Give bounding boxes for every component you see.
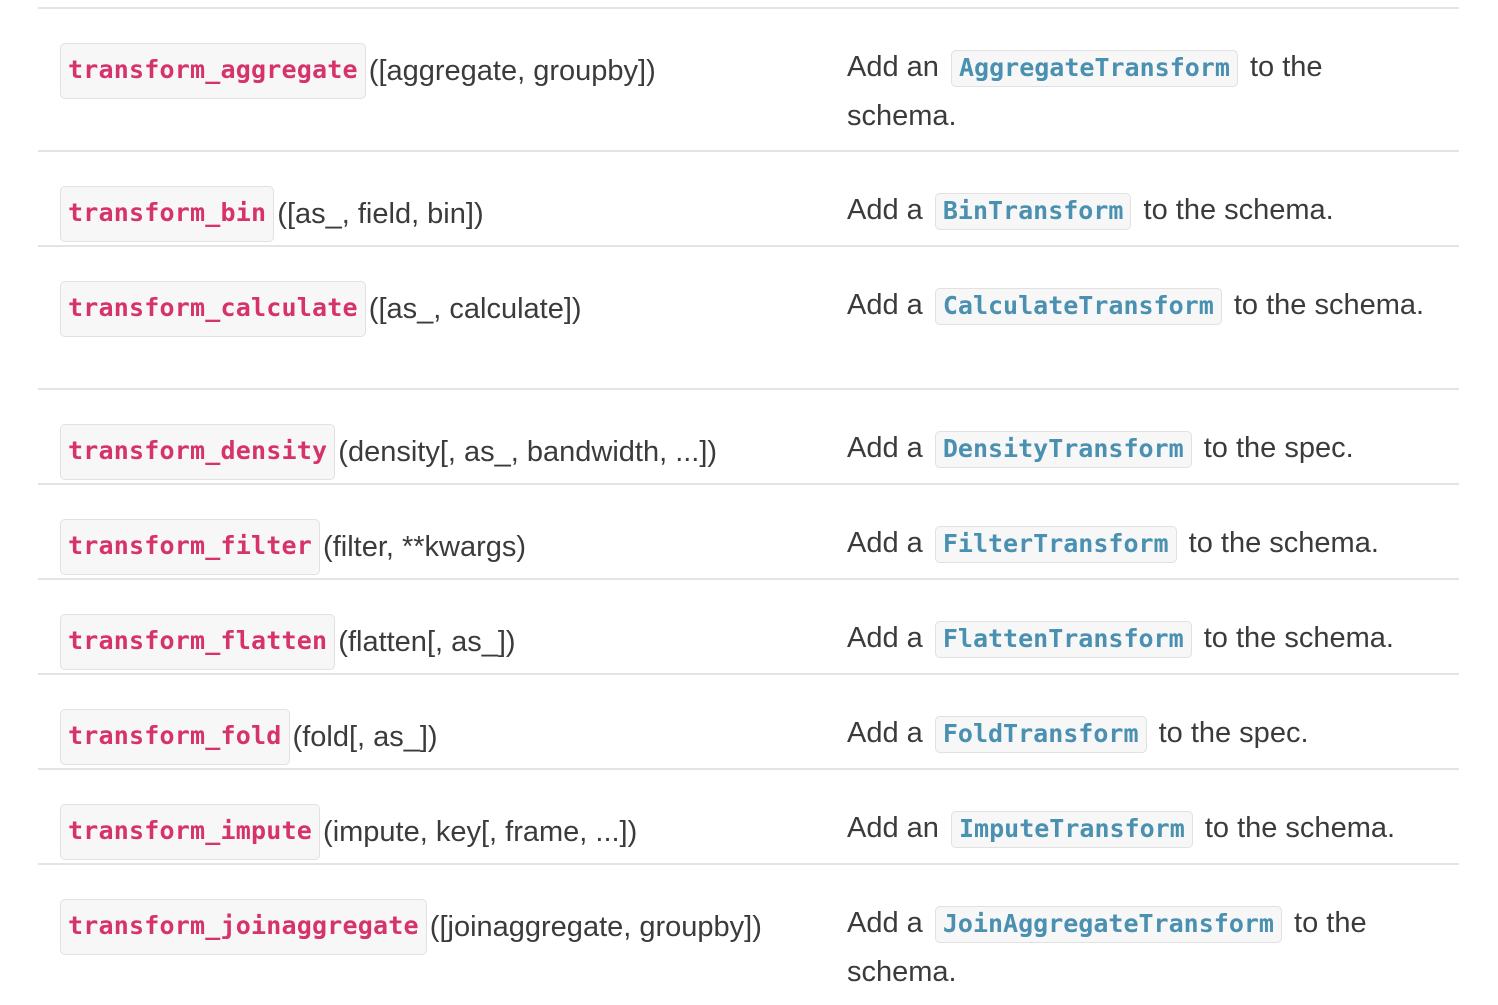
- method-description: Add a FoldTransform to the spec.: [847, 709, 1437, 758]
- method-signature: transform_density (density[, as_, bandwid…: [60, 424, 717, 480]
- method-args: (filter, **kwargs): [323, 531, 527, 563]
- description-suffix: to the schema.: [1135, 194, 1334, 226]
- method-signature: transform_joinaggregate ([joinaggregate, …: [60, 899, 762, 955]
- table-row: transform_fold (fold[, as_]) Add a FoldTr…: [38, 675, 1459, 770]
- method-args: ([aggregate, groupby]): [368, 55, 656, 87]
- methods-table: transform_aggregate ([aggregate, groupby]…: [38, 7, 1459, 1005]
- method-name-link[interactable]: transform_filter: [60, 519, 321, 575]
- method-args: ([as_, calculate]): [368, 293, 582, 325]
- method-args: ([as_, field, bin]): [277, 198, 484, 230]
- method-signature: transform_filter (filter, **kwargs): [60, 519, 526, 575]
- class-link[interactable]: JoinAggregateTransform: [934, 906, 1282, 943]
- table-row: transform_density (density[, as_, bandwid…: [38, 390, 1459, 485]
- table-row: transform_aggregate ([aggregate, groupby]…: [38, 9, 1459, 152]
- method-name-link[interactable]: transform_flatten: [60, 614, 336, 670]
- class-link[interactable]: FoldTransform: [934, 716, 1147, 753]
- description-prefix: Add a: [847, 527, 931, 559]
- table-row: transform_impute (impute, key[, frame, ..…: [38, 770, 1459, 865]
- method-description: Add a BinTransform to the schema.: [847, 186, 1437, 235]
- description-suffix: to the spec.: [1150, 717, 1309, 749]
- method-signature: transform_aggregate ([aggregate, groupby]…: [60, 43, 656, 99]
- description-suffix: to the schema.: [1196, 812, 1396, 844]
- method-signature: transform_bin ([as_, field, bin]): [60, 186, 484, 242]
- description-prefix: Add an: [847, 51, 947, 83]
- description-prefix: Add a: [847, 289, 931, 321]
- class-link[interactable]: AggregateTransform: [950, 50, 1238, 87]
- description-prefix: Add a: [847, 622, 931, 654]
- method-args: (flatten[, as_]): [338, 626, 516, 658]
- class-link[interactable]: FilterTransform: [934, 526, 1177, 563]
- description-prefix: Add a: [847, 717, 931, 749]
- method-name-link[interactable]: transform_density: [60, 424, 336, 480]
- method-name-link[interactable]: transform_bin: [60, 186, 275, 242]
- method-name-link[interactable]: transform_calculate: [60, 281, 366, 337]
- method-signature: transform_flatten (flatten[, as_]): [60, 614, 516, 670]
- table-row: transform_calculate ([as_, calculate]) Ad…: [38, 247, 1459, 390]
- class-link[interactable]: ImputeTransform: [950, 811, 1193, 848]
- method-args: (density[, as_, bandwidth, ...]): [338, 436, 718, 468]
- method-description: Add an ImputeTransform to the schema.: [847, 804, 1437, 853]
- description-suffix: to the spec.: [1195, 432, 1354, 464]
- method-description: Add a FilterTransform to the schema.: [847, 519, 1437, 568]
- method-description: Add a FlattenTransform to the schema.: [847, 614, 1437, 663]
- method-name-link[interactable]: transform_aggregate: [60, 43, 366, 99]
- description-prefix: Add a: [847, 432, 931, 464]
- method-description: Add a CalculateTransform to the schema.: [847, 281, 1437, 330]
- table-row: transform_flatten (flatten[, as_]) Add a …: [38, 580, 1459, 675]
- method-name-link[interactable]: transform_joinaggregate: [60, 899, 427, 955]
- description-prefix: Add a: [847, 194, 931, 226]
- description-suffix: to the schema.: [1180, 527, 1379, 559]
- method-description: Add a DensityTransform to the spec.: [847, 424, 1437, 473]
- method-args: ([joinaggregate, groupby]): [429, 911, 762, 943]
- description-prefix: Add an: [847, 812, 947, 844]
- method-description: Add an AggregateTransform to the schema.: [847, 43, 1437, 140]
- method-signature: transform_fold (fold[, as_]): [60, 709, 438, 765]
- class-link[interactable]: DensityTransform: [934, 431, 1192, 468]
- method-args: (fold[, as_]): [292, 721, 438, 753]
- description-suffix: to the schema.: [1195, 622, 1394, 654]
- description-suffix: to the schema.: [1225, 289, 1425, 321]
- method-signature: transform_impute (impute, key[, frame, ..…: [60, 804, 637, 860]
- class-link[interactable]: FlattenTransform: [934, 621, 1192, 658]
- method-args: (impute, key[, frame, ...]): [323, 816, 638, 848]
- method-description: Add a JoinAggregateTransform to the sche…: [847, 899, 1437, 996]
- table-row: transform_bin ([as_, field, bin]) Add a B…: [38, 152, 1459, 247]
- class-link[interactable]: CalculateTransform: [934, 288, 1222, 325]
- class-link[interactable]: BinTransform: [934, 193, 1132, 230]
- table-row: transform_joinaggregate ([joinaggregate, …: [38, 865, 1459, 1005]
- method-name-link[interactable]: transform_impute: [60, 804, 321, 860]
- table-row: transform_filter (filter, **kwargs) Add a…: [38, 485, 1459, 580]
- description-prefix: Add a: [847, 907, 931, 939]
- method-signature: transform_calculate ([as_, calculate]): [60, 281, 582, 337]
- method-name-link[interactable]: transform_fold: [60, 709, 290, 765]
